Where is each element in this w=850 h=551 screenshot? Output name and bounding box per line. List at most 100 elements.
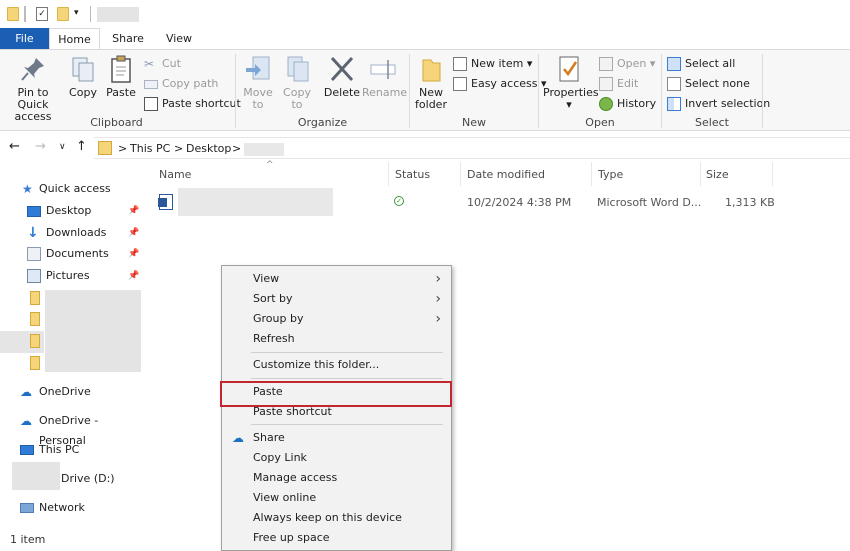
nav-label: Desktop	[46, 204, 92, 217]
customize-toolbar-dropdown-icon[interactable]: ▾	[74, 8, 86, 22]
copy-icon	[68, 54, 98, 84]
ribbon-tabs: File Home Share View	[0, 28, 850, 50]
address-bar[interactable]: > This PC > Desktop >	[94, 137, 850, 159]
column-divider[interactable]	[460, 162, 461, 186]
edit-button[interactable]: Edit	[599, 75, 638, 93]
new-folder-icon[interactable]	[57, 7, 69, 21]
folder-icon	[98, 141, 112, 155]
new-item-label: New item	[471, 57, 524, 70]
network-icon	[20, 503, 34, 513]
menu-item-refresh[interactable]: Refresh	[222, 329, 451, 349]
column-header-status[interactable]: Status	[395, 168, 430, 181]
copy-path-button[interactable]: Copy path	[144, 75, 218, 93]
column-header-date[interactable]: Date modified	[467, 168, 545, 181]
menu-item-paste-shortcut[interactable]: Paste shortcut	[222, 402, 451, 422]
select-all-button[interactable]: Select all	[667, 55, 735, 73]
back-arrow-icon[interactable]: ←	[9, 139, 20, 154]
pin-to-quick-access-button[interactable]: Pin to Quick access	[2, 54, 64, 123]
open-icon	[599, 57, 613, 71]
column-divider[interactable]	[700, 162, 701, 186]
recent-locations-chevron-icon[interactable]: ∨	[59, 142, 66, 152]
new-folder-button[interactable]: New folder	[413, 54, 449, 111]
move-to-button[interactable]: Move to	[241, 54, 275, 111]
tab-home[interactable]: Home	[49, 28, 100, 50]
column-header-type[interactable]: Type	[598, 168, 623, 181]
column-divider[interactable]	[772, 162, 773, 186]
nav-onedrive[interactable]: ☁ OneDrive	[0, 382, 145, 402]
onedrive-cloud-icon: ☁	[232, 431, 244, 445]
nav-pictures[interactable]: Pictures 📌	[0, 266, 145, 286]
delete-button[interactable]: Delete	[323, 54, 361, 99]
menu-item-group-by[interactable]: Group by ›	[222, 309, 451, 329]
nav-desktop[interactable]: Desktop 📌	[0, 201, 145, 221]
menu-item-view-online[interactable]: View online	[222, 488, 451, 508]
nav-downloads[interactable]: ↓ Downloads 📌	[0, 223, 145, 243]
tab-file[interactable]: File	[0, 28, 49, 50]
group-label-select: Select	[695, 116, 729, 129]
menu-item-copy-link[interactable]: Copy Link	[222, 448, 451, 468]
forward-arrow-icon[interactable]: →	[35, 139, 46, 154]
menu-item-view[interactable]: View ›	[222, 269, 451, 289]
nav-network[interactable]: Network	[0, 498, 145, 518]
breadcrumb-this-pc[interactable]: This PC	[130, 142, 170, 155]
folder-icon[interactable]	[30, 291, 40, 305]
navigation-pane: ★ Quick access Desktop 📌 ↓ Downloads 📌 D…	[0, 176, 145, 526]
nav-drive-d[interactable]: Drive (D:)	[0, 469, 145, 489]
status-item-count: 1 item	[10, 533, 46, 546]
delete-label: Delete	[323, 86, 361, 99]
breadcrumb-separator: >	[174, 142, 184, 155]
copy-button[interactable]: Copy	[66, 54, 100, 99]
select-none-icon	[667, 77, 681, 91]
folder-icon[interactable]	[7, 7, 19, 21]
easy-access-button[interactable]: Easy access ▾	[453, 75, 547, 93]
menu-item-label: Copy Link	[253, 451, 307, 464]
dropdown-arrow-icon: ▾	[649, 57, 656, 70]
group-label-organize: Organize	[297, 116, 348, 129]
up-arrow-icon[interactable]: ↑	[76, 139, 87, 154]
tab-share[interactable]: Share	[103, 28, 153, 50]
nav-documents[interactable]: Documents 📌	[0, 244, 145, 264]
new-item-button[interactable]: New item ▾	[453, 55, 532, 73]
paste-button[interactable]: Paste	[104, 54, 138, 99]
menu-item-always-keep[interactable]: Always keep on this device	[222, 508, 451, 528]
menu-item-sort-by[interactable]: Sort by ›	[222, 289, 451, 309]
copy-path-label: Copy path	[162, 77, 219, 90]
select-none-button[interactable]: Select none	[667, 75, 750, 93]
rename-button[interactable]: Rename	[362, 54, 407, 99]
history-icon	[599, 97, 613, 111]
menu-item-label: Sort by	[253, 292, 293, 305]
folder-icon[interactable]	[30, 334, 40, 348]
paste-shortcut-button[interactable]: Paste shortcut	[144, 95, 241, 113]
menu-item-manage-access[interactable]: Manage access	[222, 468, 451, 488]
menu-item-free-up-space[interactable]: Free up space	[222, 528, 451, 548]
column-divider[interactable]	[591, 162, 592, 186]
file-name-redacted	[178, 188, 333, 216]
folder-icon[interactable]	[30, 312, 40, 326]
menu-item-share[interactable]: ☁ Share	[222, 428, 451, 448]
folder-icon[interactable]	[30, 356, 40, 370]
nav-onedrive-personal[interactable]: ☁ OneDrive - Personal	[0, 411, 145, 447]
properties-button[interactable]: Properties ▾	[543, 54, 599, 111]
menu-item-customize-folder[interactable]: Customize this folder...	[222, 355, 451, 375]
open-button[interactable]: Open ▾	[599, 55, 655, 73]
history-button[interactable]: History	[599, 95, 656, 113]
invert-selection-icon	[667, 97, 681, 111]
properties-check-icon[interactable]: ✓	[36, 7, 48, 21]
column-header-size[interactable]: Size	[706, 168, 729, 181]
copy-to-button[interactable]: Copy to	[280, 54, 314, 111]
new-item-icon	[453, 57, 467, 71]
nav-this-pc[interactable]: This PC	[0, 440, 145, 460]
clipboard-icon	[106, 54, 136, 84]
nav-label: Documents	[46, 247, 109, 260]
nav-quick-access[interactable]: ★ Quick access	[0, 179, 145, 199]
group-divider	[762, 54, 763, 128]
invert-selection-button[interactable]: Invert selection	[667, 95, 770, 113]
column-header-name[interactable]: Name	[159, 168, 191, 181]
tab-view[interactable]: View	[153, 28, 205, 50]
column-divider[interactable]	[388, 162, 389, 186]
select-none-label: Select none	[685, 77, 750, 90]
pin-icon: 📌	[128, 228, 140, 238]
desktop-icon	[27, 206, 41, 217]
breadcrumb-desktop[interactable]: Desktop	[186, 142, 231, 155]
cut-button[interactable]: ✂ Cut	[144, 55, 181, 73]
